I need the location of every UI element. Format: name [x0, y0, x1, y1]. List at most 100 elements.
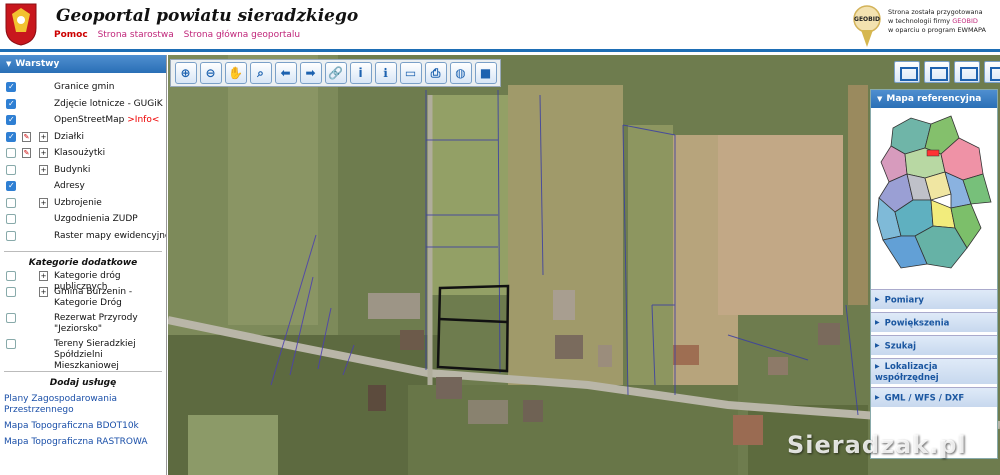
reference-panel-header[interactable]: ▼ Mapa referencyjna — [871, 90, 997, 108]
layer-row[interactable]: ✎ + Działki — [0, 129, 166, 146]
layers-sidebar: ▼Warstwy Granice gmin Zdjęcie lotnicze - … — [0, 55, 167, 475]
powiekszenia-section[interactable]: ▶ Powiększenia — [871, 312, 997, 332]
layer-checkbox[interactable] — [6, 98, 16, 109]
geobid-logo[interactable]: GEOBID — [850, 4, 884, 48]
print-icon[interactable]: ⎙ — [424, 62, 447, 84]
layer-row[interactable]: Zdjęcie lotnicze - GUGiK — [0, 96, 166, 113]
layer-label-text: Klasoużytki — [54, 148, 106, 158]
expand-icon[interactable]: + — [39, 148, 48, 158]
layer-label: Uzgodnienia ZUDP — [54, 214, 138, 224]
collapse-triangle-icon: ▼ — [877, 95, 883, 103]
zoom-window-icon[interactable]: ⌕ — [249, 62, 272, 84]
layers-title: Warstwy — [15, 59, 60, 69]
layer-label-text: Uzgodnienia ZUDP — [54, 214, 138, 224]
layer-checkbox[interactable] — [6, 230, 16, 241]
legend-icon[interactable]: ✎ — [22, 148, 31, 158]
extra-layer-row[interactable]: + Gmina Burzenin - Kategorie Dróg — [0, 284, 166, 310]
full-view-button[interactable] — [894, 61, 920, 83]
video-icon[interactable]: ■ — [474, 62, 497, 84]
layer-label: Uzbrojenie — [54, 198, 102, 208]
layer-checkbox[interactable] — [6, 197, 16, 208]
arrow-forward-icon[interactable]: ➡ — [299, 62, 322, 84]
extra-layer-checkbox[interactable] — [6, 313, 16, 323]
accordion-label: Lokalizacja współrzędnej — [875, 362, 939, 383]
pomiary-section[interactable]: ▶ Pomiary — [871, 289, 997, 309]
link-icon[interactable]: 🔗 — [324, 62, 347, 84]
expand-triangle-icon: ▶ — [875, 319, 880, 326]
extra-layer-row[interactable]: + Kategorie dróg publicznych — [0, 268, 166, 292]
layer-checkbox[interactable] — [6, 148, 16, 158]
extra-layer-list: + Kategorie dróg publicznych + Gmina Burzen… — [0, 268, 166, 371]
geobid-line-2-prefix: w technologii firmy — [888, 17, 953, 25]
reference-map[interactable] — [871, 108, 997, 286]
layer-info-link[interactable]: >Info< — [127, 115, 159, 125]
accordion-label: GML / WFS / DXF — [884, 393, 965, 404]
expand-triangle-icon: ▶ — [875, 342, 880, 349]
szukaj-section[interactable]: ▶ Szukaj — [871, 335, 997, 355]
extra-categories-title: Kategorie dodatkowe — [28, 258, 138, 268]
gml-wfs-dxf-section[interactable]: ▶ GML / WFS / DXF — [871, 387, 997, 407]
pan-hand-icon[interactable]: ✋ — [224, 62, 247, 84]
layer-row[interactable]: + Uzbrojenie — [0, 195, 166, 212]
map-view[interactable]: ⊕ ⊖ ✋ ⌕ ⬅ ➡ 🔗 i ℹ ▭ ⎙ ◍ ■ ▼ Mapa referencyjna — [168, 55, 1000, 475]
watermark: Sieradzak.pl — [787, 431, 967, 459]
expand-icon[interactable]: + — [39, 271, 48, 281]
split-view-button[interactable] — [924, 61, 950, 83]
layer-label-text: Raster mapy ewidencyjnej — [54, 230, 167, 241]
expand-icon[interactable]: + — [39, 197, 48, 208]
globe-icon[interactable]: ◍ — [449, 62, 472, 84]
expand-triangle-icon: ▶ — [875, 296, 880, 303]
layer-label-text: Budynki — [54, 164, 91, 175]
export-view-button[interactable] — [954, 61, 980, 83]
county-site-link[interactable]: Strona starostwa — [98, 30, 174, 40]
lokalizacja-section[interactable]: ▶ Lokalizacja współrzędnej — [871, 358, 997, 384]
layer-checkbox[interactable] — [6, 214, 16, 224]
info-icon[interactable]: i — [349, 62, 372, 84]
help-link[interactable]: Pomoc — [54, 30, 88, 40]
layers-panel-header[interactable]: ▼ Warstwy — [0, 55, 166, 73]
layer-checkbox[interactable] — [6, 181, 16, 191]
layer-label-text: Granice gmin — [54, 82, 115, 92]
layer-label: Zdjęcie lotnicze - GUGiK — [54, 99, 163, 109]
extra-layer-row[interactable]: Tereny Sieradzkiej Spółdzielni Mieszkani… — [0, 336, 166, 371]
legend-icon[interactable]: ✎ — [22, 131, 31, 142]
service-link[interactable]: Mapa Topograficzna RASTROWA — [0, 437, 166, 448]
extra-layer-checkbox[interactable] — [6, 271, 16, 281]
service-link[interactable]: Mapa Topograficzna BDOT10k — [0, 421, 166, 432]
measure-icon[interactable]: ▭ — [399, 62, 422, 84]
expand-icon[interactable]: + — [39, 287, 48, 297]
geoportal-home-link[interactable]: Strona główna geoportalu — [184, 30, 300, 40]
layer-row[interactable]: OpenStreetMap >Info< — [0, 112, 166, 129]
layer-row[interactable]: Uzgodnienia ZUDP — [0, 211, 166, 228]
reference-title: Mapa referencyjna — [886, 94, 982, 104]
expand-icon[interactable]: + — [39, 164, 48, 175]
layer-row[interactable]: Raster mapy ewidencyjnej — [0, 228, 166, 245]
arrow-back-icon[interactable]: ⬅ — [274, 62, 297, 84]
layer-row[interactable]: + Budynki — [0, 162, 166, 179]
layer-label-text: Uzbrojenie — [54, 197, 102, 208]
layer-checkbox[interactable] — [6, 131, 16, 142]
layer-list: Granice gmin Zdjęcie lotnicze - GUGiK Open… — [0, 79, 166, 244]
identify-icon[interactable]: ℹ — [374, 62, 397, 84]
collapse-panel-button[interactable] — [984, 61, 1000, 83]
layer-label-text: Adresy — [54, 181, 85, 191]
layer-row[interactable]: ✎ + Klasoużytki — [0, 145, 166, 162]
extra-layer-label: Rezerwat Przyrody "Jeziorsko" — [54, 313, 138, 334]
app-title: Geoportal powiatu sieradzkiego — [56, 6, 359, 26]
extra-layer-row[interactable]: Rezerwat Przyrody "Jeziorsko" — [0, 310, 166, 336]
extra-layer-checkbox[interactable] — [6, 287, 16, 297]
geobid-firm: GEOBID — [952, 17, 978, 25]
zoom-in-icon[interactable]: ⊕ — [174, 62, 197, 84]
zoom-out-icon[interactable]: ⊖ — [199, 62, 222, 84]
view-buttons — [890, 61, 1000, 83]
header-links: Pomoc Strona starostwa Strona główna geo… — [54, 30, 307, 40]
expand-icon[interactable]: + — [39, 131, 48, 142]
extra-layer-label: Gmina Burzenin - Kategorie Dróg — [54, 287, 133, 308]
layer-row[interactable]: Adresy — [0, 178, 166, 195]
layer-checkbox[interactable] — [6, 115, 16, 125]
layer-row[interactable]: Granice gmin — [0, 79, 166, 96]
layer-checkbox[interactable] — [6, 82, 16, 92]
service-link[interactable]: Plany Zagospodarowania Przestrzennego — [0, 394, 166, 416]
extra-layer-checkbox[interactable] — [6, 339, 16, 349]
layer-checkbox[interactable] — [6, 164, 16, 175]
